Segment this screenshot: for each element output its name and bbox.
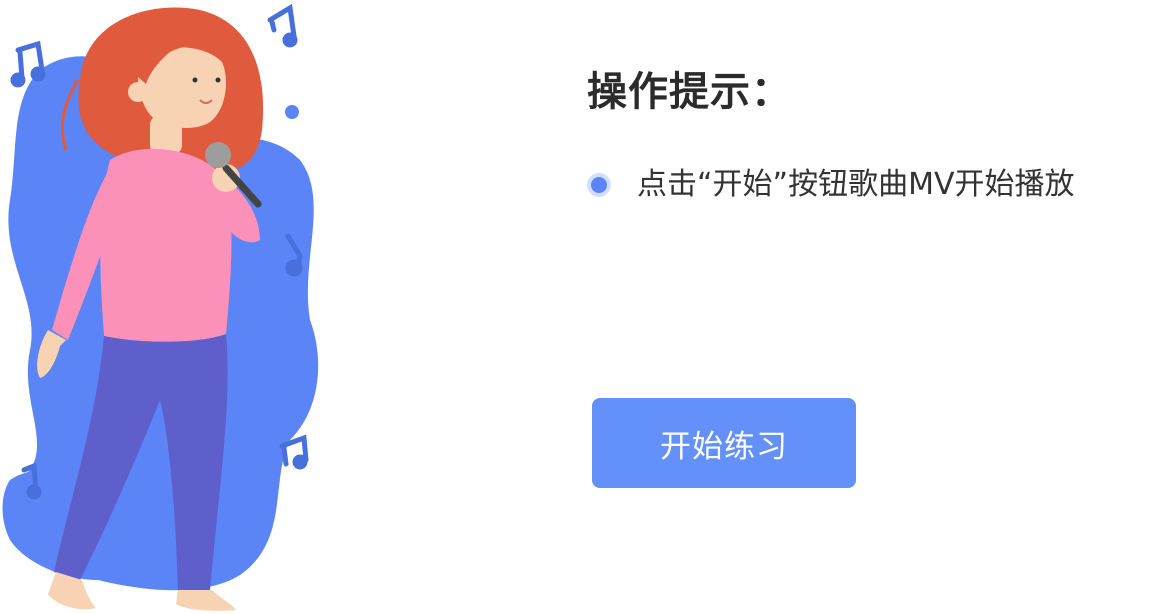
tips-title: 操作提示： (587, 69, 792, 115)
decor-dot (229, 561, 243, 575)
music-note-icon (267, 3, 298, 48)
eye (215, 77, 221, 83)
music-note-icon (10, 40, 46, 88)
singer-illustration (2, 3, 319, 611)
right-foot (176, 590, 236, 611)
music-note-icon (279, 434, 309, 470)
tip-item: 点击“开始”按钮歌曲MV开始播放 (587, 166, 1075, 204)
tip-text: 点击“开始”按钮歌曲MV开始播放 (637, 167, 1075, 202)
bullet-icon (591, 177, 607, 193)
decor-dot (285, 105, 299, 119)
eye (192, 77, 198, 83)
start-practice-button[interactable]: 开始练习 (592, 398, 856, 488)
ear (128, 82, 148, 102)
